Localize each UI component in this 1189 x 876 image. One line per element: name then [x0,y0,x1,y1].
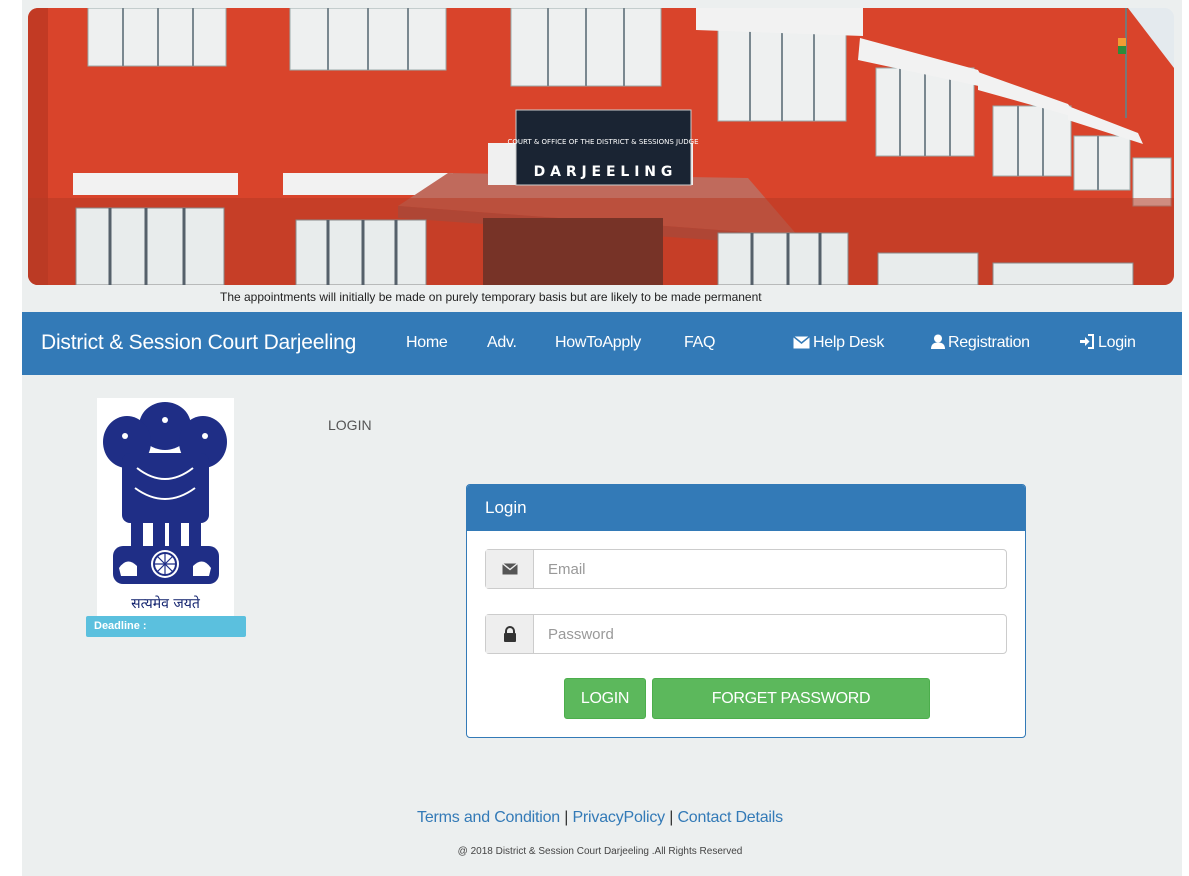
nav-adv-label: Adv. [487,334,517,351]
nav-help-desk[interactable]: Help Desk [793,334,884,354]
emblem-motto: सत्यमेव जयते [131,596,200,612]
lock-icon [486,615,534,653]
envelope-icon [793,335,810,354]
nav-adv[interactable]: Adv. [487,334,517,352]
copyright-text: @ 2018 District & Session Court Darjeeli… [457,846,743,857]
appointment-notice: The appointments will initially be made … [220,290,762,304]
nav-registration-label: Registration [948,334,1030,351]
envelope-icon [486,550,534,588]
footer-links: Terms and Condition | PrivacyPolicy | Co… [0,809,1189,827]
footer-separator: | [560,809,573,826]
main-navbar: District & Session Court Darjeeling Home… [22,312,1182,375]
nav-home[interactable]: Home [406,334,448,352]
navbar-brand[interactable]: District & Session Court Darjeeling [41,331,356,355]
footer-separator: | [665,809,678,826]
nav-how-to-apply[interactable]: HowToApply [555,334,641,352]
password-input-group [485,614,1007,654]
nav-home-label: Home [406,334,448,351]
user-icon [931,334,945,354]
privacy-policy-link[interactable]: PrivacyPolicy [572,809,665,826]
nav-faq-label: FAQ [684,334,716,351]
sign-bottom-text: D A R J E E L I N G [534,164,673,180]
nav-login[interactable]: Login [1079,334,1136,354]
nav-login-label: Login [1098,334,1136,351]
lion-capital-icon [103,402,227,584]
sign-top-text: COURT & OFFICE OF THE DISTRICT & SESSION… [507,138,698,146]
contact-details-link[interactable]: Contact Details [677,809,783,826]
login-panel-title: Login [467,485,1025,531]
national-emblem: सत्यमेव जयते [97,398,234,616]
login-panel: Login LOGIN FORGET PASSWORD [466,484,1026,738]
nav-how-to-apply-label: HowToApply [555,334,641,351]
password-field[interactable] [534,615,1006,653]
nav-registration[interactable]: Registration [931,334,1030,354]
forget-password-button[interactable]: FORGET PASSWORD [652,678,930,719]
login-button[interactable]: LOGIN [564,678,646,719]
nav-help-desk-label: Help Desk [813,334,885,351]
email-field[interactable] [534,550,1006,588]
nav-faq[interactable]: FAQ [684,334,715,352]
deadline-badge: Deadline : [86,616,246,637]
email-input-group [485,549,1007,589]
page-title: LOGIN [328,417,372,433]
terms-link[interactable]: Terms and Condition [417,809,560,826]
log-in-icon [1079,334,1095,354]
court-building-banner: COURT & OFFICE OF THE DISTRICT & SESSION… [28,8,1174,285]
